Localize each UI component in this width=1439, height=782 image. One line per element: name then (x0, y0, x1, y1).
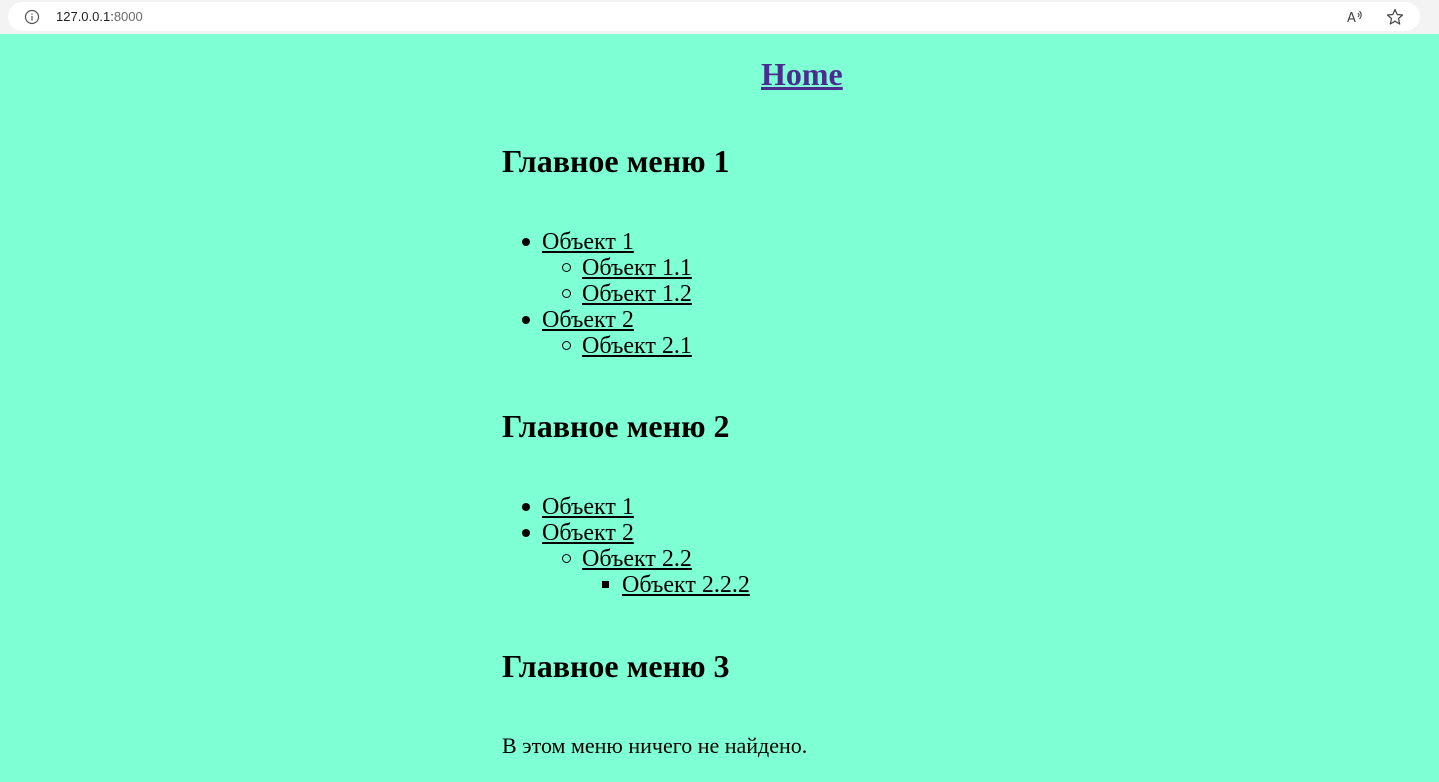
menu1-item-1-2[interactable]: Объект 1.2 (582, 281, 692, 307)
bullet-disc (522, 316, 530, 324)
menu2-item-1-link[interactable]: Объект 1 (542, 494, 634, 520)
menu2-item-2-2-link[interactable]: Объект 2.2 (582, 546, 692, 572)
bullet-circle (562, 554, 571, 563)
menu1-item-1-1-link[interactable]: Объект 1.1 (582, 255, 692, 281)
menu-title-2: Главное меню 2 (502, 408, 730, 444)
bullet-disc (522, 503, 530, 511)
empty-menu-message: В этом меню ничего не найдено. (502, 733, 808, 758)
bullet-circle (562, 289, 571, 298)
url-host: 127.0.0.1: (56, 9, 114, 24)
menu1-item-2[interactable]: Объект 2 (542, 307, 634, 333)
bullet-disc (522, 238, 530, 246)
browser-toolbar: 127.0.0.1:8000 A (0, 0, 1439, 34)
menu1-item-1-link[interactable]: Объект 1 (542, 229, 634, 255)
bullet-circle (562, 341, 571, 350)
menu2-item-2[interactable]: Объект 2 (542, 520, 634, 546)
bullet-circle (562, 263, 571, 272)
menu1-item-2-1[interactable]: Объект 2.1 (582, 333, 692, 359)
menu-title-3: Главное меню 3 (502, 648, 730, 684)
svg-text:A: A (1347, 11, 1356, 26)
info-icon[interactable] (24, 9, 40, 25)
address-bar[interactable]: 127.0.0.1:8000 A (8, 2, 1420, 31)
menu1-item-1[interactable]: Объект 1 (542, 229, 634, 255)
bullet-disc (522, 529, 530, 537)
menu2-item-2-2-2[interactable]: Объект 2.2.2 (622, 572, 750, 598)
url-port: 8000 (113, 9, 143, 24)
url-text[interactable]: 127.0.0.1:8000 (56, 9, 143, 25)
menu2-item-2-2-2-link[interactable]: Объект 2.2.2 (622, 572, 750, 598)
menu1-item-2-link[interactable]: Объект 2 (542, 307, 634, 333)
favorite-star-icon[interactable] (1386, 8, 1404, 26)
page-content: Home Главное меню 1 Объект 1 Объект 1.1 … (0, 34, 1439, 782)
read-aloud-icon[interactable]: A (1346, 8, 1364, 26)
menu1-item-2-1-link[interactable]: Объект 2.1 (582, 333, 692, 359)
home-link[interactable]: Home (761, 54, 843, 94)
menu2-item-2-link[interactable]: Объект 2 (542, 520, 634, 546)
menu1-item-1-2-link[interactable]: Объект 1.2 (582, 281, 692, 307)
bullet-square (602, 581, 609, 588)
menu2-item-1[interactable]: Объект 1 (542, 494, 634, 520)
menu-title-1: Главное меню 1 (502, 143, 730, 179)
menu1-item-1-1[interactable]: Объект 1.1 (582, 255, 692, 281)
menu2-item-2-2[interactable]: Объект 2.2 (582, 546, 692, 572)
